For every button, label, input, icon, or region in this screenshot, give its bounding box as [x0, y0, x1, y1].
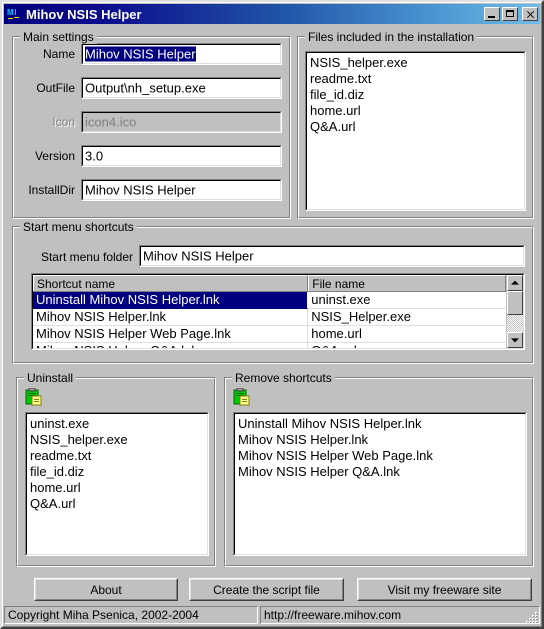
scroll-up-button[interactable] [507, 275, 523, 291]
close-button[interactable] [522, 7, 538, 21]
files-list: NSIS_helper.exe readme.txt file_id.diz h… [309, 55, 522, 135]
minimize-button[interactable] [484, 7, 500, 21]
listview-vertical-scrollbar[interactable] [506, 275, 523, 348]
status-copyright: Copyright Miha Psenica, 2002-2004 [4, 606, 258, 624]
label-name: Name [42, 47, 75, 61]
start-menu-shortcuts-group: Start menu shortcuts Start menu folder M… [12, 220, 534, 364]
app-icon: M [6, 6, 22, 22]
start-menu-title: Start menu shortcuts [20, 220, 137, 234]
list-item[interactable]: file_id.diz [309, 87, 522, 103]
outfile-field[interactable]: Output\nh_setup.exe [81, 77, 282, 99]
icon-field: icon4.ico [81, 111, 282, 133]
icon-field-value: icon4.ico [85, 114, 137, 130]
paste-icon[interactable] [25, 387, 43, 406]
cell-shortcut-name: Mihov NSIS Helper.lnk [33, 309, 309, 326]
create-script-file-button[interactable]: Create the script file [189, 578, 344, 601]
version-field-value: 3.0 [85, 148, 104, 164]
table-row[interactable]: Uninstall Mihov NSIS Helper.lnk uninst.e… [33, 292, 506, 309]
start-menu-folder-field[interactable]: Mihov NSIS Helper [139, 245, 525, 267]
svg-text:M: M [7, 8, 14, 17]
installdir-field[interactable]: Mihov NSIS Helper [81, 179, 282, 201]
list-item[interactable]: file_id.diz [29, 464, 205, 480]
list-item[interactable]: readme.txt [309, 71, 522, 87]
start-menu-folder-value: Mihov NSIS Helper [143, 248, 254, 264]
label-installdir: InstallDir [28, 183, 75, 197]
chevron-up-icon [511, 280, 519, 285]
main-settings-group: Main settings Name Mihov NSIS Helper Out… [12, 30, 291, 219]
cell-file-name: Q&A.url [308, 343, 506, 348]
column-header-shortcut-name[interactable]: Shortcut name [33, 275, 309, 291]
cell-file-name: home.url [308, 326, 506, 343]
column-header-file-name[interactable]: File name [308, 275, 506, 291]
scrollbar-track[interactable] [507, 291, 523, 332]
cell-shortcut-name: Mihov NSIS Helper Q&A.lnk [33, 343, 309, 348]
remove-shortcuts-title: Remove shortcuts [232, 371, 335, 385]
minimize-icon [488, 16, 495, 18]
paste-icon[interactable] [233, 387, 251, 406]
files-included-group: Files included in the installation NSIS_… [297, 30, 534, 219]
visit-freeware-site-label: Visit my freeware site [387, 582, 502, 597]
window-title: Mihov NSIS Helper [26, 6, 142, 22]
remove-shortcuts-group: Remove shortcuts Uninstall Mihov NSIS He… [224, 371, 534, 567]
uninstall-group: Uninstall uninst.exe NSIS_helper.exe rea… [16, 371, 216, 567]
list-item[interactable]: Mihov NSIS Helper.lnk [237, 432, 523, 448]
list-item[interactable]: home.url [29, 480, 205, 496]
remove-shortcuts-list: Uninstall Mihov NSIS Helper.lnk Mihov NS… [237, 416, 523, 480]
create-script-file-label: Create the script file [213, 582, 320, 597]
maximize-icon [506, 10, 514, 17]
about-button[interactable]: About [34, 578, 178, 601]
scrollbar-thumb[interactable] [507, 291, 523, 315]
table-row[interactable]: Mihov NSIS Helper Q&A.lnk Q&A.url [33, 343, 506, 348]
status-bar: Copyright Miha Psenica, 2002-2004 http:/… [4, 605, 540, 625]
table-row[interactable]: Mihov NSIS Helper.lnk NSIS_Helper.exe [33, 309, 506, 326]
list-item[interactable]: home.url [309, 103, 522, 119]
chevron-down-icon [511, 338, 519, 343]
application-window: M Mihov NSIS Helper Main settings Name M… [0, 0, 544, 629]
files-included-listbox[interactable]: NSIS_helper.exe readme.txt file_id.diz h… [305, 51, 526, 211]
name-field[interactable]: Mihov NSIS Helper [81, 43, 282, 65]
title-bar[interactable]: M Mihov NSIS Helper [4, 4, 540, 24]
label-start-menu-folder: Start menu folder [40, 250, 133, 264]
title-bar-buttons [484, 7, 538, 21]
outfile-field-value: Output\nh_setup.exe [85, 80, 206, 96]
cell-shortcut-name: Uninstall Mihov NSIS Helper.lnk [33, 292, 309, 309]
main-settings-title: Main settings [20, 30, 97, 44]
uninstall-list: uninst.exe NSIS_helper.exe readme.txt fi… [29, 416, 205, 512]
cell-file-name: uninst.exe [308, 292, 506, 309]
list-item[interactable]: Mihov NSIS Helper Q&A.lnk [237, 464, 523, 480]
label-version: Version [34, 149, 75, 163]
table-row[interactable]: Mihov NSIS Helper Web Page.lnk home.url [33, 326, 506, 343]
list-item[interactable]: readme.txt [29, 448, 205, 464]
list-item[interactable]: Q&A.url [29, 496, 205, 512]
remove-shortcuts-listbox[interactable]: Uninstall Mihov NSIS Helper.lnk Mihov NS… [233, 412, 527, 556]
listview-body: Shortcut name File name Uninstall Mihov … [33, 275, 506, 348]
uninstall-title: Uninstall [24, 371, 77, 385]
list-item[interactable]: Mihov NSIS Helper Web Page.lnk [237, 448, 523, 464]
resize-grip[interactable] [525, 610, 539, 624]
name-field-value: Mihov NSIS Helper [85, 46, 196, 62]
label-outfile: OutFile [36, 81, 75, 95]
list-item[interactable]: uninst.exe [29, 416, 205, 432]
cell-file-name: NSIS_Helper.exe [308, 309, 506, 326]
installdir-field-value: Mihov NSIS Helper [85, 182, 196, 198]
label-icon: Icon [52, 115, 75, 129]
list-item[interactable]: NSIS_helper.exe [29, 432, 205, 448]
version-field[interactable]: 3.0 [81, 145, 282, 167]
list-item[interactable]: Uninstall Mihov NSIS Helper.lnk [237, 416, 523, 432]
cell-shortcut-name: Mihov NSIS Helper Web Page.lnk [33, 326, 309, 343]
maximize-button[interactable] [502, 7, 518, 21]
status-url[interactable]: http://freeware.mihov.com [260, 606, 540, 624]
listview-header: Shortcut name File name [33, 275, 506, 292]
shortcuts-listview[interactable]: Shortcut name File name Uninstall Mihov … [31, 273, 525, 350]
visit-freeware-site-button[interactable]: Visit my freeware site [357, 578, 532, 601]
files-included-title: Files included in the installation [305, 30, 478, 44]
list-item[interactable]: NSIS_helper.exe [309, 55, 522, 71]
scroll-down-button[interactable] [507, 332, 523, 348]
list-item[interactable]: Q&A.url [309, 119, 522, 135]
about-button-label: About [90, 582, 122, 597]
uninstall-listbox[interactable]: uninst.exe NSIS_helper.exe readme.txt fi… [25, 412, 209, 556]
